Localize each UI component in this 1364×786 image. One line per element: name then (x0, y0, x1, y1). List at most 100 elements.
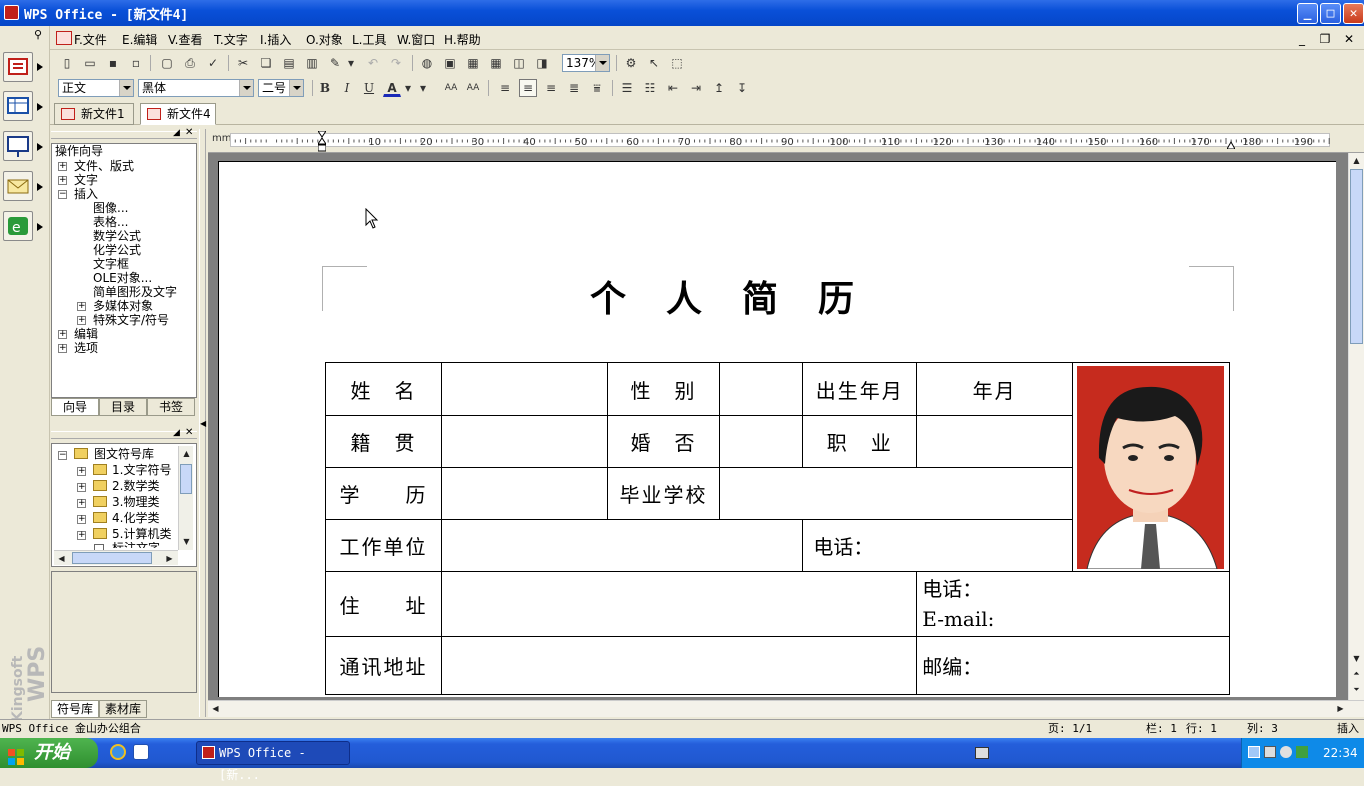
zoom-select[interactable]: 137% (562, 54, 610, 72)
scroll-right-icon[interactable]: ▶ (162, 551, 177, 566)
scroll-thumb[interactable] (180, 464, 192, 494)
presentation-icon[interactable] (3, 131, 33, 161)
resume-table[interactable]: 姓 名 性 别 出生年月 年月 籍 贯 婚 否 职 业 学 历 毕业学校 工作单… (325, 362, 1231, 695)
print-icon[interactable]: ⎙ (181, 54, 199, 72)
value-gender[interactable] (719, 362, 804, 416)
tree-item[interactable]: 选项 (74, 342, 98, 355)
value-occupation[interactable] (916, 415, 1073, 468)
spreadsheet-icon[interactable] (3, 91, 33, 121)
wps-writer-icon[interactable] (3, 52, 33, 82)
ie-quicklaunch-icon[interactable] (110, 744, 126, 760)
redo-icon[interactable]: ↷ (387, 54, 405, 72)
prev-page-icon[interactable]: ⏶ (1349, 666, 1364, 681)
photo-cell[interactable] (1071, 362, 1231, 572)
dock-arrow-icon[interactable] (37, 223, 43, 231)
panel-horizontal-scrollbar[interactable]: ◀ ▶ (54, 550, 178, 565)
print-preview-icon[interactable]: ▢ (158, 54, 176, 72)
tree-item[interactable]: 标注文字 (112, 542, 160, 548)
menu-text[interactable]: T.文字 (214, 31, 248, 48)
tab-doc4[interactable]: 新文件4 (140, 103, 216, 125)
expand-icon[interactable]: + (58, 176, 67, 185)
tree-root[interactable]: 图文符号库 (94, 448, 154, 461)
doc-restore-button[interactable]: ❐ (1316, 30, 1334, 46)
line-spacing-down-icon[interactable]: ↧ (733, 79, 751, 97)
tab-guide[interactable]: 向导 (51, 398, 99, 416)
label-mailing-address[interactable]: 通讯地址 (325, 636, 442, 695)
tab-bookmarks[interactable]: 书签 (147, 398, 195, 416)
value-workplace[interactable] (440, 519, 804, 572)
doc-close-button[interactable]: ✕ (1340, 30, 1358, 46)
start-button[interactable]: 开始 (0, 738, 98, 768)
tab-toc[interactable]: 目录 (99, 398, 147, 416)
dock-arrow-icon[interactable] (37, 143, 43, 151)
menu-window[interactable]: W.窗口 (397, 31, 435, 48)
tree-item[interactable]: 化学公式 (93, 244, 141, 257)
align-center-icon[interactable]: ≡ (519, 79, 537, 97)
scroll-thumb[interactable] (1350, 169, 1363, 344)
collapse-icon[interactable]: − (58, 190, 67, 199)
line-spacing-up-icon[interactable]: ↥ (710, 79, 728, 97)
save-icon[interactable]: ▪ (104, 54, 122, 72)
dock-arrow-icon[interactable] (37, 103, 43, 111)
insert-textbox-icon[interactable]: ▦ (464, 54, 482, 72)
expand-icon[interactable]: + (58, 330, 67, 339)
close-button[interactable]: ✕ (1343, 3, 1364, 24)
network-icon[interactable] (1248, 746, 1260, 758)
contact-cell[interactable]: 电话： E-mail: (916, 571, 1230, 637)
more-format-dropdown-icon[interactable]: ▾ (418, 79, 428, 97)
open-icon[interactable]: ▭ (81, 54, 99, 72)
insert-table-icon[interactable]: ▦ (487, 54, 505, 72)
panel-close-icon[interactable]: ✕ (185, 127, 193, 138)
format-painter-icon[interactable]: ✎ (326, 54, 344, 72)
menu-view[interactable]: V.查看 (168, 31, 202, 48)
tree-item[interactable]: 1.文字符号 (112, 464, 171, 477)
label-address[interactable]: 住 址 (325, 571, 442, 637)
tree-item[interactable]: 文件、版式 (74, 160, 134, 173)
tree-item[interactable]: 数学公式 (93, 230, 141, 243)
label-school[interactable]: 毕业学校 (606, 467, 721, 520)
scroll-left-icon[interactable]: ◀ (208, 701, 223, 716)
shrink-font-icon[interactable]: AA (442, 79, 460, 97)
tree-item[interactable]: OLE对象... (93, 272, 152, 285)
value-education[interactable] (440, 467, 608, 520)
doc-minimize-button[interactable]: _ (1293, 30, 1311, 46)
label-gender[interactable]: 性 别 (606, 362, 721, 416)
horizontal-scrollbar[interactable]: ◀ ▶ (208, 700, 1364, 717)
scroll-down-icon[interactable]: ▼ (1349, 651, 1364, 666)
tray-status-icon[interactable] (1296, 746, 1308, 758)
value-marital[interactable] (719, 415, 804, 468)
menu-insert[interactable]: I.插入 (260, 31, 291, 48)
font-size-select[interactable]: 二号 (258, 79, 304, 97)
expand-icon[interactable]: + (77, 483, 86, 492)
new-icon[interactable]: ▯ (58, 54, 76, 72)
cut-icon[interactable]: ✂ (234, 54, 252, 72)
distribute-icon[interactable]: ⩸ (588, 79, 606, 97)
expand-icon[interactable]: + (77, 302, 86, 311)
value-address[interactable] (440, 571, 918, 637)
paste-icon[interactable]: ▤ (280, 54, 298, 72)
copy-icon[interactable]: ❏ (257, 54, 275, 72)
mail-icon[interactable] (3, 171, 33, 201)
tab-materials[interactable]: 素材库 (99, 700, 147, 718)
bold-icon[interactable]: B (316, 79, 334, 97)
document-menu-icon[interactable] (56, 31, 72, 45)
hyperlink-icon[interactable]: ◍ (418, 54, 436, 72)
expand-icon[interactable]: + (77, 499, 86, 508)
tab-doc1[interactable]: 新文件1 (54, 103, 134, 125)
work-phone[interactable]: 电话： (802, 519, 1073, 572)
dock-arrow-icon[interactable] (37, 63, 43, 71)
scroll-up-icon[interactable]: ▲ (1349, 153, 1364, 168)
align-left-icon[interactable]: ≡ (496, 79, 514, 97)
menu-object[interactable]: O.对象 (306, 31, 343, 48)
label-workplace[interactable]: 工作单位 (325, 519, 442, 572)
taskbar-item-wps[interactable]: WPS Office - [新... (196, 741, 350, 782)
tree-item[interactable]: 3.物理类 (112, 496, 159, 509)
panel-collapse-icon[interactable]: ◢ (173, 428, 180, 438)
minimize-button[interactable]: _ (1297, 3, 1318, 24)
tree-item[interactable]: 文字框 (93, 258, 129, 271)
scroll-left-icon[interactable]: ◀ (54, 551, 69, 566)
menu-tools[interactable]: L.工具 (352, 31, 387, 48)
keyboard-icon[interactable] (975, 747, 989, 759)
value-mailing-address[interactable] (440, 636, 918, 695)
tray-app-icon[interactable] (1264, 746, 1276, 758)
